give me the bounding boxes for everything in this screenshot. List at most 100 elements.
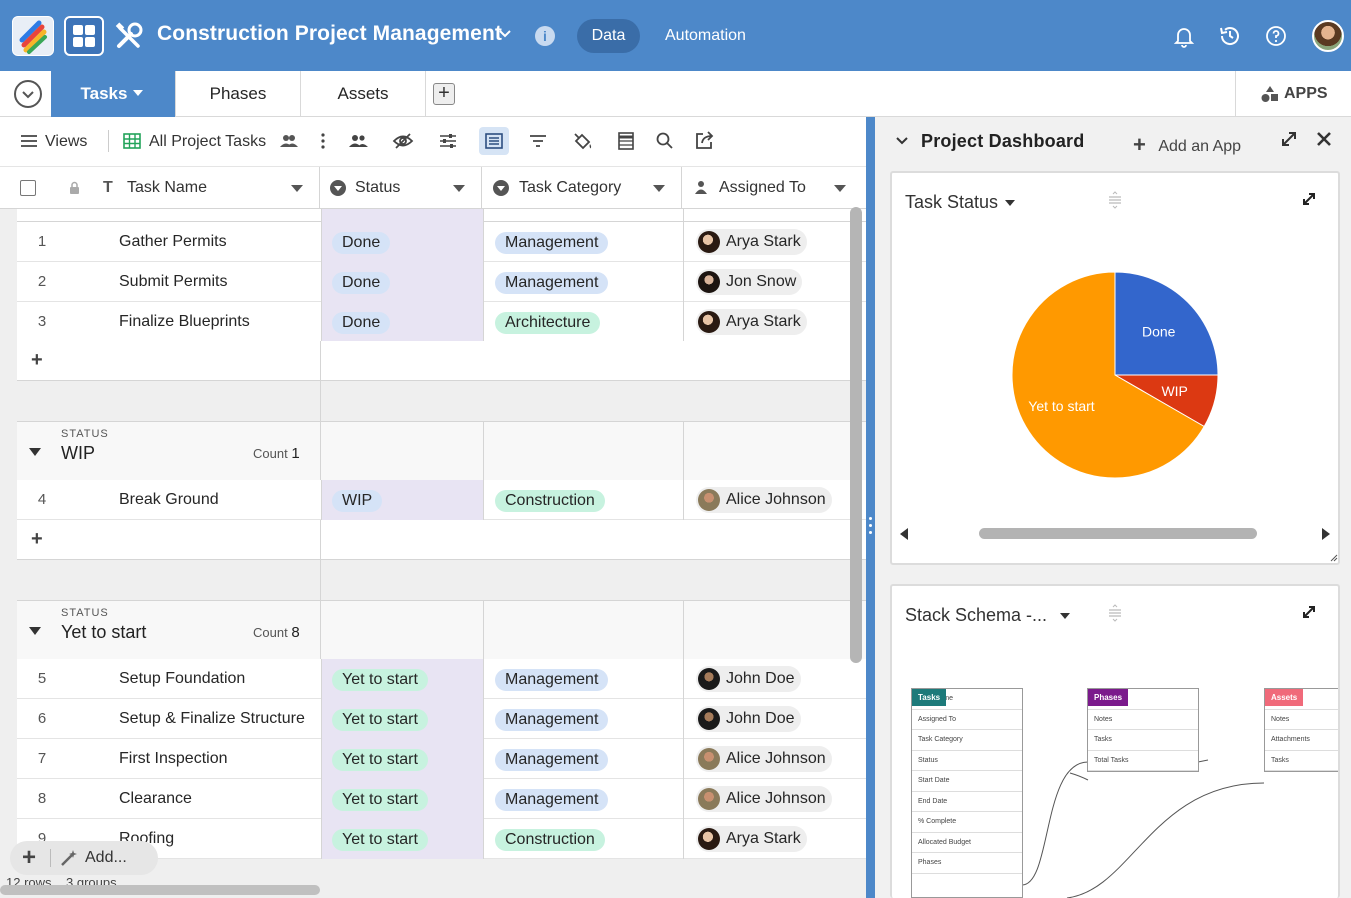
category-cell[interactable]: Construction [483, 819, 683, 859]
search-icon[interactable] [654, 130, 676, 152]
adjust-sliders-icon[interactable] [437, 130, 459, 152]
header-chevron-icon[interactable] [653, 185, 665, 192]
tab-tasks[interactable]: Tasks [51, 71, 176, 117]
group-header-wip[interactable]: STATUS WIP Count 1 [17, 421, 866, 482]
expand-icon[interactable] [1301, 191, 1317, 207]
group-header-yet-to-start[interactable]: STATUS Yet to start Count 8 [17, 600, 866, 661]
panel-resize-handle[interactable] [866, 117, 875, 898]
history-icon[interactable] [1218, 24, 1242, 48]
assignee-cell[interactable]: Alice Johnson [683, 779, 866, 819]
select-all-checkbox[interactable] [20, 180, 36, 196]
add-record-button[interactable]: + Add... [10, 841, 158, 875]
resize-corner-icon[interactable] [1329, 553, 1338, 562]
tab-assets[interactable]: Assets [301, 71, 426, 117]
status-cell[interactable]: WIP [321, 480, 483, 520]
table-row[interactable]: 6 Setup & Finalize Structure Yet to start M… [17, 699, 866, 739]
table-row[interactable]: 2 Submit Permits Done Management Jon Snow [17, 262, 866, 302]
category-cell[interactable]: Construction [483, 480, 683, 520]
category-cell[interactable]: Management [483, 739, 683, 779]
drag-handle-icon[interactable] [1106, 604, 1124, 622]
schema-table-phases[interactable]: PhasesNameNotesTasksTotal Tasks [1087, 688, 1199, 772]
hide-fields-icon[interactable] [392, 130, 414, 152]
assignee-cell[interactable]: Arya Stark [683, 819, 866, 859]
status-cell[interactable]: Done [321, 302, 483, 342]
table-row[interactable]: 8 Clearance Yet to start Management Alice Jo… [17, 779, 866, 819]
task-name-cell[interactable]: Finalize Blueprints [119, 302, 250, 342]
help-icon[interactable] [1264, 24, 1288, 48]
assignee-cell[interactable]: Jon Snow [683, 262, 866, 302]
task-name-cell[interactable]: Setup Foundation [119, 659, 245, 699]
status-cell[interactable]: Yet to start [321, 779, 483, 819]
header-assigned-to[interactable]: Assigned To [682, 167, 866, 209]
vertical-scrollbar[interactable] [850, 207, 862, 663]
scroll-right-icon[interactable] [1320, 527, 1332, 541]
group-users-icon[interactable] [347, 130, 369, 152]
share-icon[interactable] [693, 130, 715, 152]
task-status-pie-chart[interactable]: Done WIP Yet to start [1005, 265, 1225, 485]
user-avatar[interactable] [1312, 20, 1344, 52]
scroll-left-icon[interactable] [898, 527, 910, 541]
task-status-title[interactable]: Task Status [905, 192, 998, 213]
tab-dropdown-icon[interactable] [133, 90, 143, 96]
header-chevron-icon[interactable] [453, 185, 465, 192]
drag-handle-icon[interactable] [1106, 191, 1124, 209]
task-name-cell[interactable]: Setup & Finalize Structure [119, 699, 305, 739]
add-row-button[interactable]: + [17, 341, 866, 381]
chevron-down-icon[interactable] [498, 26, 512, 43]
category-cell[interactable]: Management [483, 262, 683, 302]
nav-automation-button[interactable]: Automation [665, 27, 746, 45]
assignee-cell[interactable]: Arya Stark [683, 222, 866, 262]
task-name-cell[interactable]: Submit Permits [119, 262, 227, 302]
category-cell[interactable]: Management [483, 699, 683, 739]
collapse-triangle-icon[interactable] [29, 448, 41, 456]
nav-data-button[interactable]: Data [577, 19, 640, 53]
bell-icon[interactable] [1172, 24, 1196, 48]
table-row[interactable]: 5 Setup Foundation Yet to start Management J… [17, 659, 866, 699]
assignee-cell[interactable]: John Doe [683, 699, 866, 739]
tab-phases[interactable]: Phases [176, 71, 301, 117]
table-row[interactable]: 1 Gather Permits Done Management Arya Stark [17, 222, 866, 262]
table-row[interactable]: 4 Break Ground WIP Construction Alice Johnso… [17, 480, 866, 520]
apps-button[interactable]: APPS [1235, 71, 1351, 117]
status-cell[interactable]: Done [321, 262, 483, 302]
project-title[interactable]: Construction Project Management [157, 22, 502, 46]
assignee-cell[interactable]: Arya Stark [683, 302, 866, 342]
schema-table-assets[interactable]: AssetsNameNotesAttachmentsTasks [1264, 688, 1338, 772]
task-name-cell[interactable]: Clearance [119, 779, 192, 819]
header-chevron-icon[interactable] [834, 185, 846, 192]
header-status[interactable]: Status [320, 167, 482, 209]
card-dropdown-icon[interactable] [1060, 613, 1070, 619]
card-dropdown-icon[interactable] [1005, 200, 1015, 206]
collapse-chevron-icon[interactable] [14, 80, 42, 108]
category-cell[interactable]: Management [483, 659, 683, 699]
chevron-down-icon[interactable] [894, 133, 910, 149]
add-app-button[interactable]: + Add an App [1133, 131, 1241, 157]
list-view-icon[interactable] [483, 130, 505, 152]
add-table-button[interactable]: + [433, 83, 455, 105]
category-cell[interactable]: Architecture [483, 302, 683, 342]
status-cell[interactable]: Yet to start [321, 699, 483, 739]
expand-icon[interactable] [1301, 604, 1317, 620]
info-icon[interactable]: i [535, 26, 555, 46]
paint-bucket-icon[interactable] [572, 130, 594, 152]
workspace-grid-icon[interactable] [64, 16, 104, 56]
stack-schema-title[interactable]: Stack Schema -... [905, 605, 1047, 626]
status-cell[interactable]: Yet to start [321, 819, 483, 859]
horizontal-scrollbar[interactable] [0, 885, 320, 895]
chart-horizontal-scrollbar[interactable] [979, 528, 1257, 539]
task-name-cell[interactable]: First Inspection [119, 739, 227, 779]
schema-table-tasks[interactable]: TasksTask NameAssigned ToTask CategorySt… [911, 688, 1023, 898]
view-name[interactable]: All Project Tasks [149, 133, 266, 151]
assignee-cell[interactable]: Alice Johnson [683, 739, 866, 779]
add-row-button[interactable]: + [17, 520, 866, 560]
close-icon[interactable] [1316, 131, 1332, 147]
task-name-cell[interactable]: Break Ground [119, 480, 219, 520]
expand-icon[interactable] [1280, 130, 1298, 148]
category-cell[interactable]: Management [483, 222, 683, 262]
stackby-logo-icon[interactable] [12, 16, 54, 56]
collaborators-icon[interactable] [278, 130, 300, 152]
status-cell[interactable]: Yet to start [321, 739, 483, 779]
table-row[interactable]: 3 Finalize Blueprints Done Architecture Arya… [17, 302, 866, 342]
status-cell[interactable]: Yet to start [321, 659, 483, 699]
assignee-cell[interactable]: John Doe [683, 659, 866, 699]
